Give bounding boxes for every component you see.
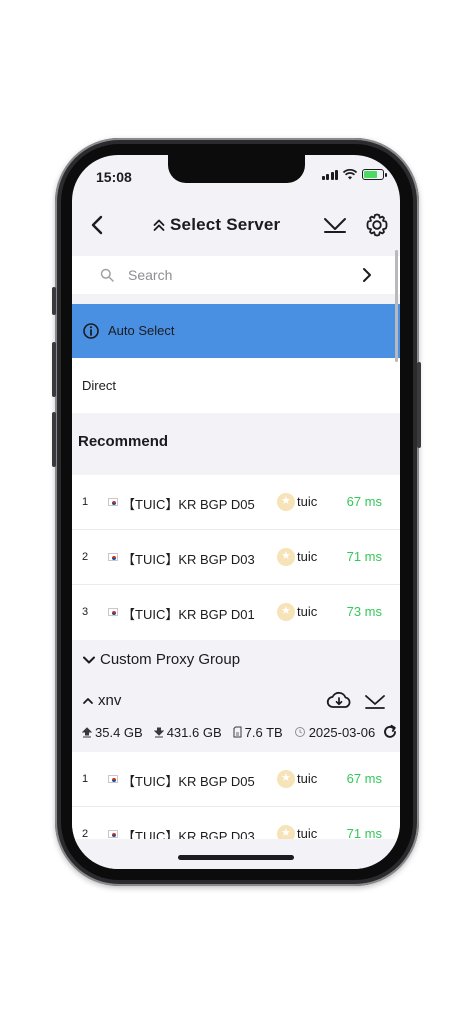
custom-group-header[interactable]: Custom Proxy Group <box>72 649 400 671</box>
search-bar <box>72 256 400 294</box>
refresh-icon[interactable] <box>382 724 398 740</box>
upload-icon <box>82 726 92 737</box>
home-indicator[interactable] <box>178 855 294 860</box>
server-name: 【TUIC】KR BGP D03 <box>122 552 255 567</box>
server-row[interactable]: 3 【TUIC】KR BGP D01 tuic 73 ms <box>72 585 400 640</box>
subscription-group: xnv 35.4 GB 431.6 GB 7.6 TB 2025-03-06 <box>72 680 400 752</box>
status-time: 15:08 <box>96 169 132 185</box>
server-latency: 67 ms <box>346 494 382 509</box>
page-title: Select Server <box>170 215 281 234</box>
speed-test-icon[interactable] <box>322 212 348 238</box>
nav-title-group[interactable]: Select Server <box>152 215 280 235</box>
chevron-down-icon <box>83 656 95 664</box>
notch <box>168 155 305 183</box>
row-index: 1 <box>82 496 89 508</box>
battery-icon <box>362 169 387 180</box>
phone-mute-button <box>52 287 56 315</box>
star-icon <box>277 493 295 511</box>
cellular-signal-icon <box>321 169 338 180</box>
download-icon <box>153 727 164 737</box>
server-row[interactable]: 1 【TUIC】KR BGP D05 tuic 67 ms <box>72 752 400 807</box>
wifi-icon <box>343 169 357 180</box>
scrollbar[interactable] <box>395 250 398 362</box>
direct-label: Direct <box>82 378 116 393</box>
recommend-section-title: Recommend <box>78 433 169 450</box>
star-icon <box>277 603 295 621</box>
storage-icon <box>233 726 242 738</box>
search-input[interactable] <box>98 256 348 294</box>
star-icon <box>277 770 295 788</box>
kr-flag-icon <box>108 553 118 561</box>
back-icon[interactable] <box>86 213 110 237</box>
total-quota: 7.6 TB <box>244 724 283 740</box>
expire-date: 2025-03-06 <box>308 724 376 740</box>
download-amount: 431.6 GB <box>166 724 222 740</box>
server-name: 【TUIC】KR BGP D05 <box>122 497 255 512</box>
gear-icon[interactable] <box>364 212 390 238</box>
app-screen: 15:08 Select Server Search Auto Select D… <box>72 155 400 869</box>
subscription-name: xnv <box>98 692 122 709</box>
server-name: 【TUIC】KR BGP D01 <box>122 607 255 622</box>
star-icon <box>277 548 295 566</box>
server-row[interactable]: 2 【TUIC】KR BGP D03 tuic 71 ms <box>72 530 400 585</box>
kr-flag-icon <box>108 608 118 616</box>
server-name: 【TUIC】KR BGP D05 <box>122 774 255 789</box>
phone-volume-down-button <box>52 412 56 467</box>
chevron-up-icon[interactable] <box>82 695 94 707</box>
direct-item[interactable]: Direct <box>72 358 400 413</box>
server-row[interactable]: 1 【TUIC】KR BGP D05 tuic 67 ms <box>72 475 400 530</box>
custom-group-title: Custom Proxy Group <box>100 651 241 668</box>
status-icons <box>321 169 387 180</box>
kr-flag-icon <box>108 775 118 783</box>
auto-select-item[interactable]: Auto Select <box>72 304 400 358</box>
server-protocol: tuic <box>297 771 318 786</box>
nav-bar: Select Server <box>72 203 400 247</box>
row-index: 2 <box>82 551 89 563</box>
phone-volume-up-button <box>52 342 56 397</box>
row-index: 1 <box>82 773 89 785</box>
speed-test-icon[interactable] <box>364 691 386 711</box>
kr-flag-icon <box>108 498 118 506</box>
cloud-download-icon[interactable] <box>326 690 352 712</box>
info-icon <box>83 323 99 339</box>
phone-power-button <box>417 362 421 448</box>
server-protocol: tuic <box>297 604 318 619</box>
subscription-stats: 35.4 GB 431.6 GB 7.6 TB 2025-03-06 <box>82 724 398 740</box>
collapse-icon <box>153 219 165 231</box>
row-index: 3 <box>82 606 89 618</box>
server-latency: 73 ms <box>346 604 382 619</box>
kr-flag-icon <box>108 830 118 838</box>
bottom-safe-area <box>72 839 400 869</box>
server-latency: 67 ms <box>346 771 382 786</box>
server-protocol: tuic <box>297 549 318 564</box>
clock-icon <box>294 727 305 737</box>
chevron-right-icon[interactable] <box>358 266 376 284</box>
server-latency: 71 ms <box>346 549 382 564</box>
auto-select-label: Auto Select <box>108 323 175 338</box>
upload-amount: 35.4 GB <box>95 724 143 740</box>
server-protocol: tuic <box>297 494 318 509</box>
